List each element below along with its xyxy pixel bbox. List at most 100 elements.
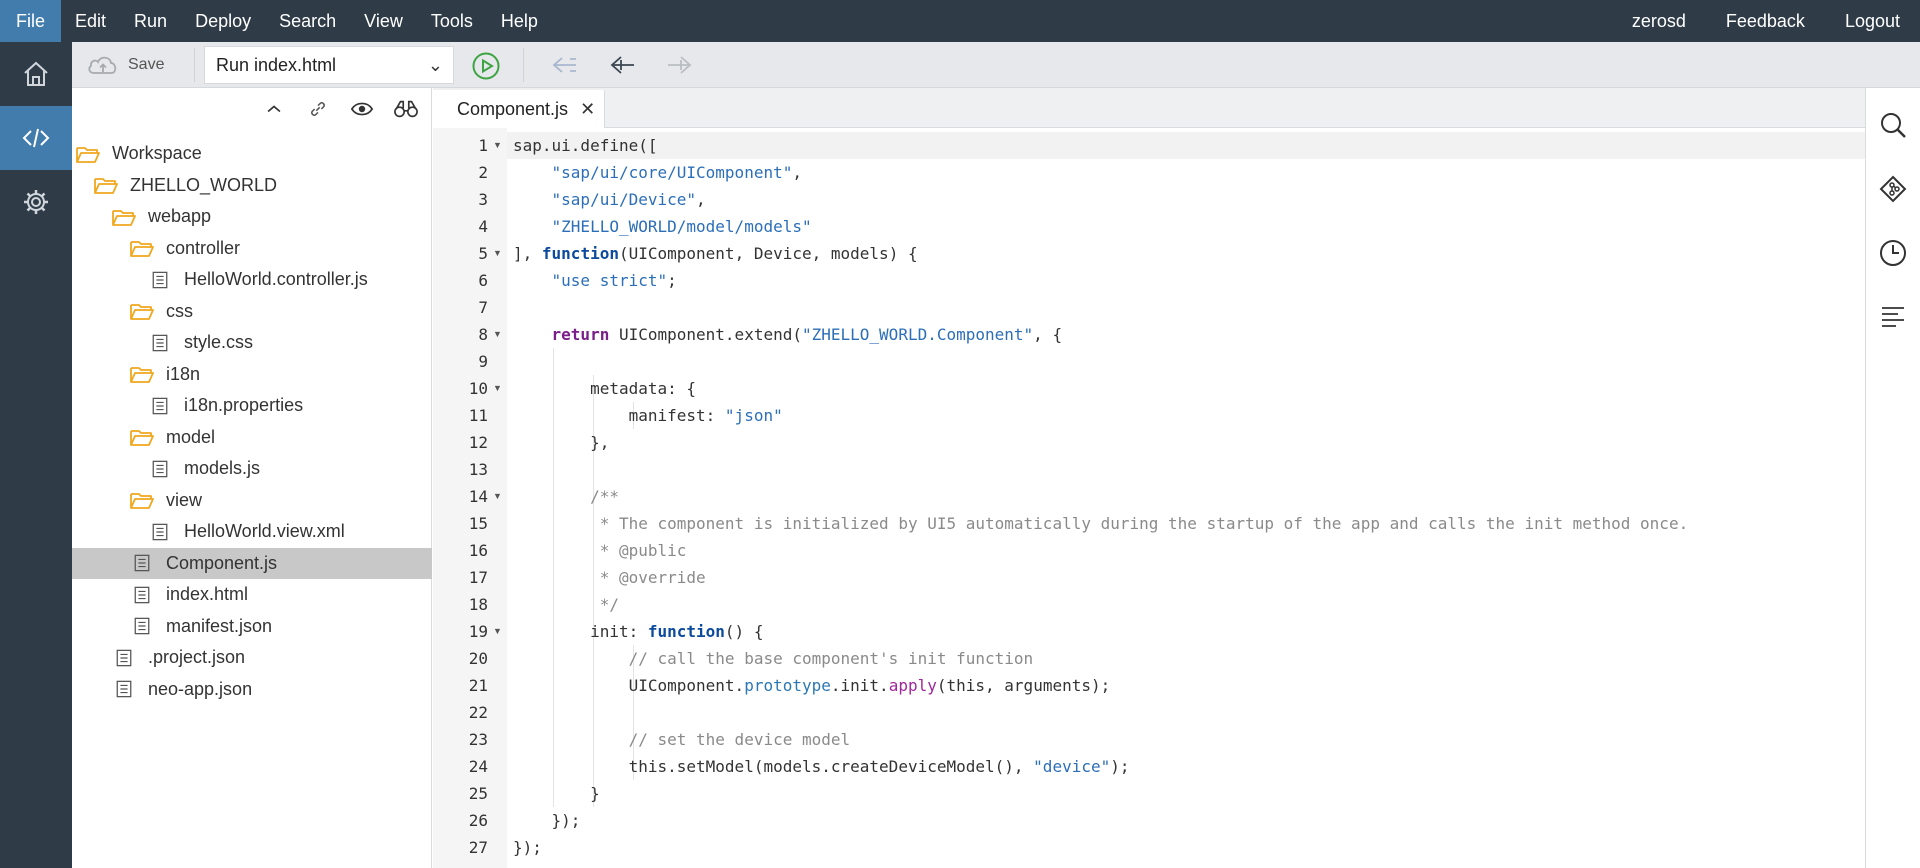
code-line: }); [513, 838, 542, 857]
collapse-all-button[interactable] [261, 96, 287, 122]
tree-file[interactable]: HelloWorld.view.xml [72, 516, 432, 548]
tree-item-label: models.js [184, 458, 261, 479]
tree-file[interactable]: neo-app.json [72, 674, 432, 706]
tree-folder[interactable]: ZHELLO_WORLD [72, 170, 432, 202]
tree-folder[interactable]: css [72, 296, 432, 328]
menu-edit[interactable]: Edit [61, 0, 120, 42]
tree-file[interactable]: Component.js [72, 547, 432, 579]
tree-file[interactable]: manifest.json [72, 611, 432, 643]
file-icon [112, 648, 136, 668]
tree-item-label: i18n.properties [184, 395, 304, 416]
menu-tools[interactable]: Tools [417, 0, 487, 42]
code-editor: Component.js ✕ 1 ▼ 2 3 4 5 ▼ 6 7 8 ▼ 9 10 ▼ 11 12 13 14 ▼ 1… [433, 88, 1865, 868]
menu-right: zerosd Feedback Logout [1612, 0, 1920, 42]
code-line: // set the device model [628, 730, 851, 749]
save-button[interactable]: Save [86, 51, 164, 79]
tree-folder[interactable]: view [72, 485, 432, 517]
line-number-gutter: 1 ▼ 2 3 4 5 ▼ 6 7 8 ▼ 9 10 ▼ 11 12 13 14 ▼ 15 16 17 18 19 ▼ 20 21 2… [433, 128, 507, 868]
navigate-back-icon[interactable] [608, 52, 638, 78]
home-icon [24, 61, 48, 86]
link-editor-button[interactable] [305, 96, 331, 122]
tree-folder[interactable]: controller [72, 233, 432, 265]
code-line: * The component is initialized by UI5 au… [513, 514, 1689, 533]
navigate-forward-icon[interactable] [664, 52, 694, 78]
code-line: return UIComponent.extend("ZHELLO_WORLD.… [551, 325, 1063, 344]
go-to-last-edit-icon[interactable] [550, 52, 580, 78]
fold-toggle-icon[interactable]: ▼ [493, 321, 502, 348]
search-icon[interactable] [1878, 110, 1908, 140]
outline-icon[interactable] [1878, 302, 1908, 332]
user-menu[interactable]: zerosd [1612, 0, 1706, 42]
line-number: 21 [468, 676, 488, 695]
folder-icon [112, 207, 136, 227]
tree-item-label: neo-app.json [148, 678, 253, 699]
menu-view[interactable]: View [350, 0, 417, 42]
file-icon [148, 270, 172, 290]
feedback-link[interactable]: Feedback [1706, 0, 1825, 42]
line-number: 18 [468, 595, 488, 614]
code-editor-button[interactable] [0, 106, 72, 170]
history-icon[interactable] [1878, 238, 1908, 268]
file-icon [148, 522, 172, 542]
tree-file[interactable]: index.html [72, 579, 432, 611]
fold-toggle-icon[interactable]: ▼ [493, 240, 502, 267]
fold-toggle-icon[interactable]: ▼ [493, 483, 502, 510]
cloud-upload-icon [88, 56, 117, 74]
gear-icon [24, 190, 48, 214]
line-number: 4 [478, 217, 488, 236]
menu-run[interactable]: Run [120, 0, 181, 42]
tree-file[interactable]: HelloWorld.controller.js [72, 264, 432, 296]
line-number: 12 [468, 433, 488, 452]
code-line: }, [513, 433, 610, 452]
folder-icon [94, 175, 118, 195]
tree-file[interactable]: style.css [72, 327, 432, 359]
workspace-explorer: Workspace ZHELLO_WORLD webapp controller Hel… [72, 88, 432, 868]
folder-icon [130, 238, 154, 258]
menu-search[interactable]: Search [265, 0, 350, 42]
tab-label: Component.js [457, 98, 569, 119]
fold-toggle-icon[interactable]: ▼ [493, 618, 502, 645]
code-line: "sap/ui/Device", [551, 190, 706, 209]
tree-item-label: controller [166, 237, 241, 258]
run-button[interactable] [471, 51, 501, 81]
tree-folder[interactable]: model [72, 422, 432, 454]
tree-folder[interactable]: i18n [72, 359, 432, 391]
eye-icon [350, 102, 374, 116]
line-number: 25 [468, 784, 488, 803]
fold-toggle-icon[interactable]: ▼ [493, 375, 502, 402]
close-icon[interactable]: ✕ [580, 99, 595, 120]
tab-component-js[interactable]: Component.js ✕ [433, 90, 605, 128]
fold-toggle-icon[interactable]: ▼ [493, 132, 502, 159]
tree-folder[interactable]: webapp [72, 201, 432, 233]
line-number: 27 [468, 838, 488, 857]
line-number: 2 [478, 163, 488, 182]
code-line: */ [513, 595, 619, 614]
home-button[interactable] [0, 42, 72, 106]
search-files-button[interactable] [393, 96, 419, 122]
tree-item-label: index.html [166, 584, 249, 605]
menu-file[interactable]: File [0, 0, 62, 42]
menu-deploy[interactable]: Deploy [181, 0, 265, 42]
tree-folder[interactable]: Workspace [72, 138, 432, 170]
tree-file[interactable]: i18n.properties [72, 390, 432, 422]
line-number: 20 [468, 649, 488, 668]
line-number: 14 [468, 487, 488, 506]
chevron-down-icon: ⌄ [427, 55, 443, 75]
file-icon [112, 679, 136, 699]
tree-file[interactable]: .project.json [72, 642, 432, 674]
code-line: * @override [513, 568, 706, 587]
file-icon [148, 459, 172, 479]
code-line: sap.ui.define([ [507, 132, 1865, 159]
show-hidden-button[interactable] [349, 96, 375, 122]
binoculars-icon [394, 100, 418, 118]
tree-file[interactable]: models.js [72, 453, 432, 485]
settings-button[interactable] [0, 170, 72, 234]
code-area[interactable]: sap.ui.define([ "sap/ui/core/UIComponent… [507, 128, 1865, 868]
menu-left: File Edit Run Deploy Search View Tools Help [0, 0, 552, 42]
logout-link[interactable]: Logout [1825, 0, 1920, 42]
menu-help[interactable]: Help [487, 0, 552, 42]
link-icon [311, 102, 325, 116]
run-config-select[interactable]: Run index.html ⌄ [204, 46, 454, 84]
git-icon[interactable] [1878, 174, 1908, 204]
